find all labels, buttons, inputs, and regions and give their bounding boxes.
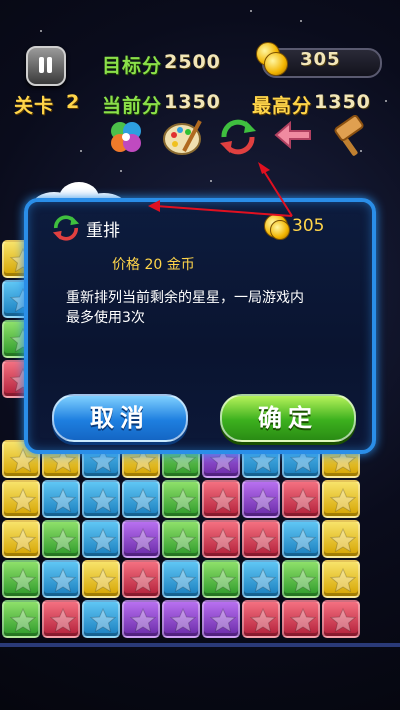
- board-bottom-border: [0, 643, 400, 647]
- annotation-arrow-up: [261, 167, 293, 217]
- annotation-arrows: [148, 162, 293, 217]
- annotation-arrow-left: [155, 205, 293, 217]
